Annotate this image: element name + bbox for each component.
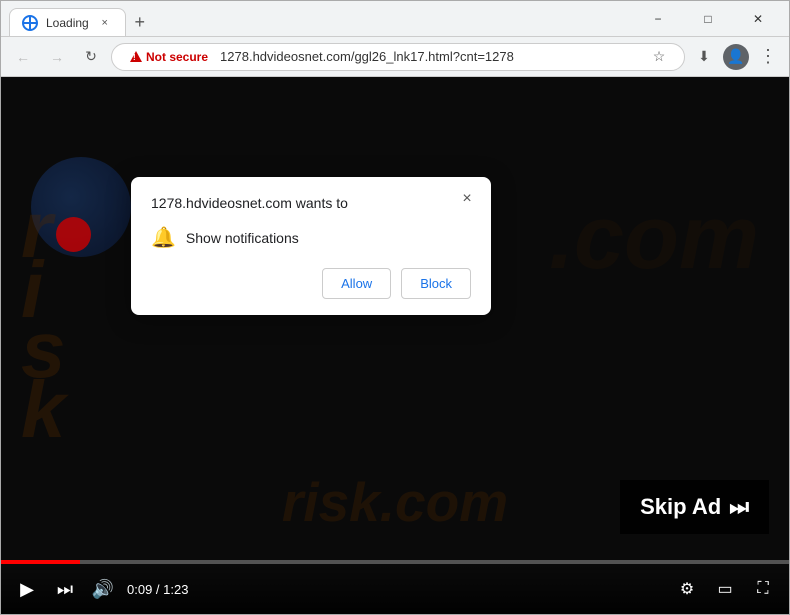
- maximize-button[interactable]: □: [685, 1, 731, 37]
- page-content: r i s k .com risk.com ▶ ⏭ 🔊 0:09 / 1:23 …: [1, 77, 789, 614]
- close-button[interactable]: ✕: [735, 1, 781, 37]
- new-tab-button[interactable]: +: [126, 8, 154, 36]
- browser-window: Loading × + − □ ✕ ← → ↻ Not secure 1278.…: [0, 0, 790, 615]
- watermark-right: .com: [549, 193, 759, 283]
- video-controls: ▶ ⏭ 🔊 0:09 / 1:23 ⚙ ▭ ⛶: [1, 564, 789, 614]
- volume-button[interactable]: 🔊: [89, 575, 117, 603]
- dialog-close-button[interactable]: ×: [455, 187, 479, 211]
- profile-button[interactable]: 👤: [723, 44, 749, 70]
- bell-icon: 🔔: [151, 225, 176, 250]
- tab-title: Loading: [46, 16, 89, 30]
- window-controls: − □ ✕: [635, 1, 781, 37]
- settings-button[interactable]: ⚙: [673, 575, 701, 603]
- warning-triangle-icon: [130, 51, 142, 62]
- tab-area: Loading × +: [9, 1, 627, 36]
- time-display: 0:09 / 1:23: [127, 582, 188, 597]
- forward-button[interactable]: →: [43, 43, 71, 71]
- skip-forward-button[interactable]: ⏭: [51, 575, 79, 603]
- dialog-buttons: Allow Block: [151, 268, 471, 299]
- downloads-icon[interactable]: ⬇: [691, 44, 717, 70]
- watermark-bottom: risk.com: [282, 470, 508, 534]
- skip-ad-icon: ⏭: [729, 494, 749, 520]
- skip-ad-button[interactable]: Skip Ad ⏭: [620, 480, 769, 534]
- dialog-title: 1278.hdvideosnet.com wants to: [151, 195, 471, 211]
- allow-button[interactable]: Allow: [322, 268, 391, 299]
- address-field[interactable]: Not secure 1278.hdvideosnet.com/ggl26_ln…: [111, 43, 685, 71]
- tab-close-button[interactable]: ×: [97, 15, 113, 31]
- address-bar: ← → ↻ Not secure 1278.hdvideosnet.com/gg…: [1, 37, 789, 77]
- permission-text: Show notifications: [186, 230, 299, 246]
- theater-mode-button[interactable]: ▭: [711, 575, 739, 603]
- bookmark-button[interactable]: ☆: [646, 44, 672, 70]
- title-bar: Loading × + − □ ✕: [1, 1, 789, 37]
- skip-ad-label: Skip Ad: [640, 494, 721, 520]
- permission-row: 🔔 Show notifications: [151, 225, 471, 250]
- url-text: 1278.hdvideosnet.com/ggl26_lnk17.html?cn…: [220, 49, 640, 64]
- watermark-left: r i s k: [21, 190, 66, 450]
- reload-button[interactable]: ↻: [77, 43, 105, 71]
- permission-dialog: × 1278.hdvideosnet.com wants to 🔔 Show n…: [131, 177, 491, 315]
- not-secure-label: Not secure: [146, 50, 208, 64]
- minimize-button[interactable]: −: [635, 1, 681, 37]
- browser-tab[interactable]: Loading ×: [9, 8, 126, 36]
- chrome-menu-button[interactable]: ⋮: [755, 44, 781, 70]
- tab-favicon: [22, 15, 38, 31]
- controls-right: ⚙ ▭ ⛶: [673, 575, 777, 603]
- not-secure-indicator[interactable]: Not secure: [124, 48, 214, 66]
- fullscreen-button[interactable]: ⛶: [749, 575, 777, 603]
- play-button[interactable]: ▶: [13, 575, 41, 603]
- block-button[interactable]: Block: [401, 268, 471, 299]
- back-button[interactable]: ←: [9, 43, 37, 71]
- address-icons: ☆: [646, 44, 672, 70]
